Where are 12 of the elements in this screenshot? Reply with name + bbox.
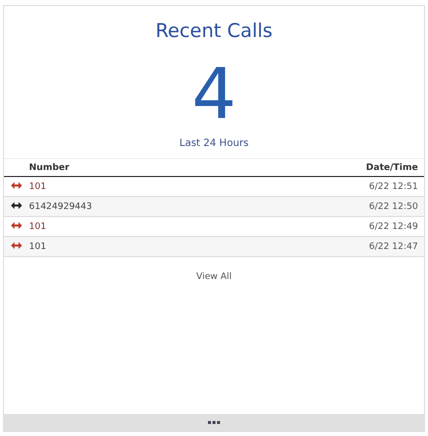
footer-bar[interactable] [4, 414, 424, 431]
table-cell: 6/22 12:50 [236, 196, 424, 216]
table-cell: 101 [27, 236, 237, 256]
table-cell: 61424929443 [27, 196, 237, 216]
table-cell: 6/22 12:47 [236, 236, 424, 256]
column-header: Number [27, 158, 237, 176]
more-icon [208, 421, 220, 424]
period-label: Last 24 Hours [178, 138, 250, 149]
call-count: 4 [190, 54, 238, 134]
widget-title: Recent Calls [154, 20, 274, 42]
view-all-link[interactable]: View All [196, 272, 232, 282]
column-header: Date/Time [236, 158, 424, 176]
